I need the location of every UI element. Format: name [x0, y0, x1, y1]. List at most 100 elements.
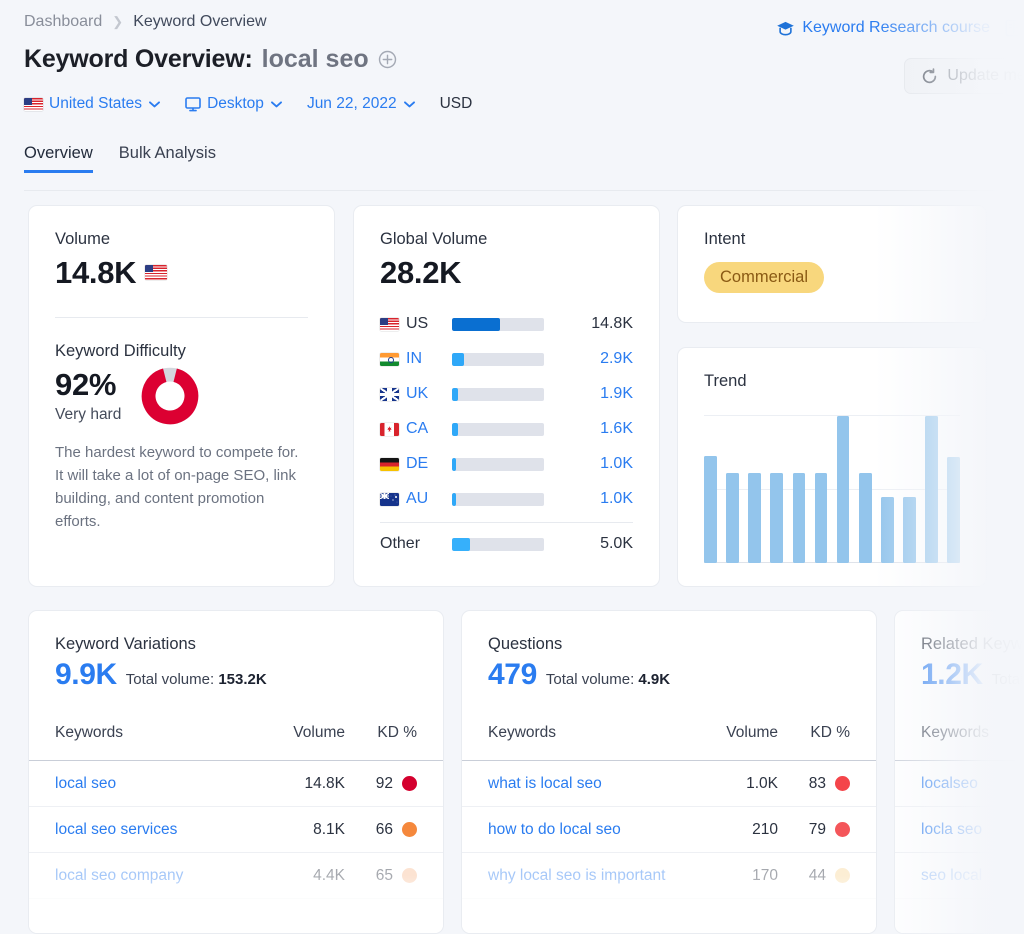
us-flag-icon: [380, 318, 399, 331]
page-title: Keyword Overview: local seo: [24, 42, 1000, 76]
country-volume-value: 1.6K: [544, 420, 633, 438]
intent-badge[interactable]: Commercial: [704, 262, 824, 293]
country-code-label: IN: [406, 350, 422, 368]
trend-bar[interactable]: [837, 416, 850, 563]
trend-bar[interactable]: [748, 473, 761, 563]
kd-dot: [835, 822, 850, 837]
header-links: Keyword Research course: [776, 18, 1024, 38]
table-column-headers: KeywordsVolumeKD %: [462, 706, 876, 760]
update-metrics-button[interactable]: Update metri: [904, 58, 1024, 94]
global-volume-row[interactable]: IN 2.9K: [380, 342, 633, 377]
table-row[interactable]: what is local seo1.0K83: [462, 761, 876, 807]
trend-bar[interactable]: [793, 473, 806, 563]
keyword-cell[interactable]: local seo services: [55, 821, 259, 839]
volume-label: Volume: [55, 230, 308, 249]
global-volume-list: US14.8KIN2.9KUK1.9KCA1.6KDE1.0KAU1.0KOth…: [380, 307, 633, 562]
table-row[interactable]: locla seo: [895, 807, 1024, 853]
column-header-keywords[interactable]: Keywords: [921, 724, 1024, 742]
us-flag-icon: [24, 98, 43, 111]
column-header-volume[interactable]: Volume: [259, 724, 345, 742]
volume-bar-fill: [452, 458, 456, 471]
column-header-kd[interactable]: KD %: [778, 724, 850, 742]
keyword-cell[interactable]: localseo: [921, 775, 1024, 793]
global-volume-row[interactable]: DE 1.0K: [380, 447, 633, 482]
trend-bars: [704, 416, 960, 563]
book-icon[interactable]: [1004, 18, 1024, 38]
country-volume-value: 1.0K: [544, 490, 633, 508]
breadcrumb-dashboard[interactable]: Dashboard: [24, 13, 102, 31]
tables-row: Keyword Variations9.9KTotal volume: 153.…: [28, 610, 1024, 934]
keyword-cell[interactable]: why local seo is important: [488, 867, 692, 885]
keyword-cell[interactable]: seo local: [921, 867, 1024, 885]
kd-cell: 66: [345, 821, 417, 839]
global-volume-row[interactable]: AU1.0K: [380, 482, 633, 517]
global-volume-label: Global Volume: [380, 230, 633, 249]
table-row[interactable]: localseo: [895, 761, 1024, 807]
table-count: 479: [488, 658, 537, 692]
trend-bar[interactable]: [859, 473, 872, 563]
country-code: CA: [380, 420, 452, 438]
trend-bar[interactable]: [726, 473, 739, 563]
keyword-cell[interactable]: local seo company: [55, 867, 259, 885]
trend-bar[interactable]: [704, 456, 717, 563]
volume-cell: 210: [692, 821, 778, 839]
trend-bar[interactable]: [770, 473, 783, 563]
trend-bar[interactable]: [925, 416, 938, 563]
column-header-keywords[interactable]: Keywords: [55, 724, 259, 742]
trend-bar[interactable]: [815, 473, 828, 563]
keyword-cell[interactable]: how to do local seo: [488, 821, 692, 839]
table-row[interactable]: local seo services8.1K66: [29, 807, 443, 853]
table-row[interactable]: seo local: [895, 853, 1024, 899]
global-volume-divider: [380, 522, 633, 523]
plus-circle-icon[interactable]: [378, 50, 397, 69]
device-filter-label: Desktop: [207, 95, 264, 113]
country-volume-value: 1.0K: [544, 455, 633, 473]
trend-bar[interactable]: [881, 497, 894, 563]
device-filter[interactable]: Desktop: [185, 95, 281, 113]
keyword-cell[interactable]: what is local seo: [488, 775, 692, 793]
trend-chart: [704, 415, 960, 563]
global-volume-row[interactable]: US14.8K: [380, 307, 633, 342]
other-volume-value: 5.0K: [544, 535, 633, 553]
country-volume-value: 1.9K: [544, 385, 633, 403]
keyword-research-course-link[interactable]: Keyword Research course: [776, 19, 990, 37]
keyword-difficulty-group: 92% Very hard: [55, 367, 308, 425]
country-filter[interactable]: United States: [24, 95, 159, 113]
table-row[interactable]: local seo14.8K92: [29, 761, 443, 807]
volume-bar-fill: [452, 353, 464, 366]
global-volume-row[interactable]: CA 1.6K: [380, 412, 633, 447]
column-header-volume[interactable]: Volume: [692, 724, 778, 742]
country-code: DE: [380, 455, 452, 473]
trend-card: Trend: [677, 347, 987, 587]
us-flag-icon: [145, 265, 167, 280]
trend-bar[interactable]: [947, 457, 960, 563]
metric-cards-row: Volume 14.8K Keyword Difficulty 92% Very…: [28, 205, 1024, 587]
table-header: Related Keywords1.2KTotal volume:: [895, 611, 1024, 692]
tab-overview[interactable]: Overview: [24, 144, 93, 173]
column-header-kd[interactable]: KD %: [345, 724, 417, 742]
country-code-label: UK: [406, 385, 428, 403]
volume-card: Volume 14.8K Keyword Difficulty 92% Very…: [28, 205, 335, 587]
table-row[interactable]: local seo company4.4K65: [29, 853, 443, 899]
volume-bar-fill: [452, 538, 470, 551]
page-title-prefix: Keyword Overview:: [24, 45, 253, 74]
global-volume-value: 28.2K: [380, 255, 633, 291]
date-filter[interactable]: Jun 22, 2022: [307, 95, 414, 113]
country-volume-value: 2.9K: [544, 350, 633, 368]
tab-bar: Overview Bulk Analysis: [24, 144, 1000, 173]
column-header-keywords[interactable]: Keywords: [488, 724, 692, 742]
trend-label: Trend: [704, 372, 960, 391]
kd-dot: [402, 776, 417, 791]
kd-cell: 44: [778, 867, 850, 885]
keyword-cell[interactable]: locla seo: [921, 821, 1024, 839]
keyword-cell[interactable]: local seo: [55, 775, 259, 793]
volume-bar-track: [452, 353, 544, 366]
table-row[interactable]: how to do local seo21079: [462, 807, 876, 853]
global-volume-row[interactable]: UK 1.9K: [380, 377, 633, 412]
trend-bar[interactable]: [903, 497, 916, 563]
tab-bulk-analysis[interactable]: Bulk Analysis: [119, 144, 216, 173]
table-title: Related Keywords: [921, 635, 1024, 654]
table-summary: 479 Total volume: 4.9K: [488, 658, 850, 692]
table-row[interactable]: why local seo is important17044: [462, 853, 876, 899]
table-total-volume: Total volume: 4.9K: [546, 671, 670, 688]
